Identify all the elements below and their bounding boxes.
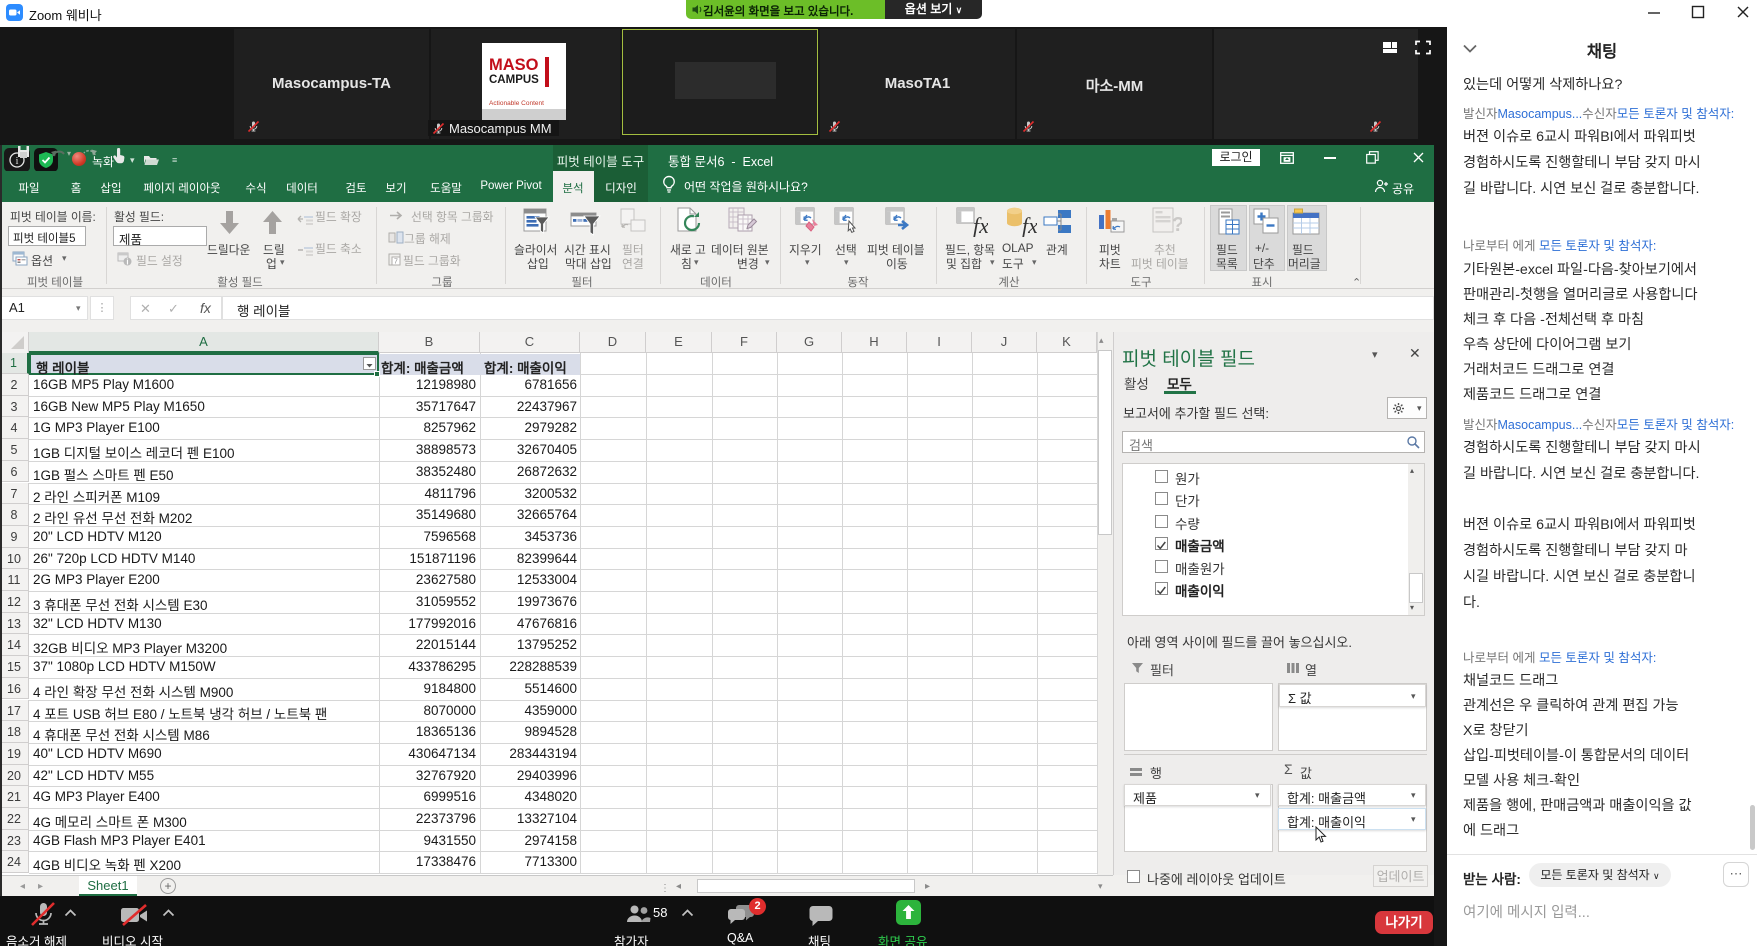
svg-text:fx: fx bbox=[973, 213, 988, 237]
svg-text:i: i bbox=[126, 258, 128, 267]
svg-text:fx: fx bbox=[1022, 213, 1037, 237]
svg-text:?: ? bbox=[1172, 214, 1182, 236]
svg-text:7: 7 bbox=[394, 259, 398, 266]
